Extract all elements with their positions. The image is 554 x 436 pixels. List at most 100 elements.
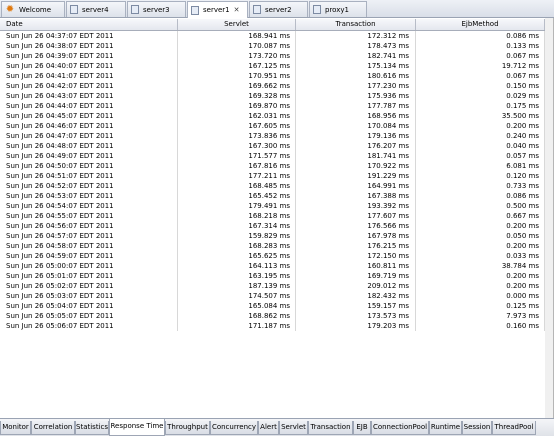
tab-server3[interactable]: server3 [127,1,186,17]
sun-icon: ✹ [5,4,15,15]
cell-ejbmethod: 0.033 ms [416,251,545,261]
cell-servlet: 168.218 ms [178,211,296,221]
tab-threadpool[interactable]: ThreadPool [492,421,536,435]
table-row[interactable]: Sun Jun 26 04:49:07 EDT 2011 171.577 ms 18… [0,151,545,161]
table-row[interactable]: Sun Jun 26 04:54:07 EDT 2011 179.491 ms 19… [0,201,545,211]
table-row[interactable]: Sun Jun 26 05:04:07 EDT 2011 165.084 ms 15… [0,301,545,311]
tab-connectionpool[interactable]: ConnectionPool [371,421,429,435]
table-row[interactable]: Sun Jun 26 05:03:07 EDT 2011 174.507 ms 18… [0,291,545,301]
cell-transaction: 182.741 ms [296,51,416,61]
column-header-transaction[interactable]: Transaction [296,19,416,30]
table-row[interactable]: Sun Jun 26 04:44:07 EDT 2011 169.870 ms 17… [0,101,545,111]
cell-transaction: 179.136 ms [296,131,416,141]
table-row[interactable]: Sun Jun 26 04:41:07 EDT 2011 170.951 ms 18… [0,71,545,81]
tab-ejb[interactable]: EJB [353,421,371,435]
view-tab-bar: Monitor Correlation Statistics Response … [0,418,554,436]
cell-ejbmethod: 0.086 ms [416,31,545,41]
cell-ejbmethod: 38.784 ms [416,261,545,271]
table-row[interactable]: Sun Jun 26 04:37:07 EDT 2011 168.941 ms 17… [0,31,545,41]
table-row[interactable]: Sun Jun 26 04:57:07 EDT 2011 159.829 ms 16… [0,231,545,241]
cell-date: Sun Jun 26 04:44:07 EDT 2011 [0,101,178,111]
tab-label: proxy1 [325,5,349,14]
cell-servlet: 170.951 ms [178,71,296,81]
cell-servlet: 165.084 ms [178,301,296,311]
table-row[interactable]: Sun Jun 26 04:38:07 EDT 2011 170.087 ms 17… [0,41,545,51]
cell-transaction: 172.150 ms [296,251,416,261]
cell-date: Sun Jun 26 04:58:07 EDT 2011 [0,241,178,251]
table-row[interactable]: Sun Jun 26 04:46:07 EDT 2011 167.605 ms 17… [0,121,545,131]
tab-alert[interactable]: Alert [258,421,279,435]
tab-throughput[interactable]: Throughput [165,421,210,435]
table-row[interactable]: Sun Jun 26 04:48:07 EDT 2011 167.300 ms 17… [0,141,545,151]
tab-correlation[interactable]: Correlation [31,421,75,435]
cell-ejbmethod: 19.712 ms [416,61,545,71]
tab-concurrency[interactable]: Concurrency [210,421,258,435]
vertical-scrollbar[interactable] [545,18,553,418]
column-header-servlet[interactable]: Servlet [178,19,296,30]
tab-statistics[interactable]: Statistics [75,421,109,435]
cell-date: Sun Jun 26 04:40:07 EDT 2011 [0,61,178,71]
cell-servlet: 167.300 ms [178,141,296,151]
cell-transaction: 177.787 ms [296,101,416,111]
cell-date: Sun Jun 26 04:43:07 EDT 2011 [0,91,178,101]
tab-runtime[interactable]: Runtime [429,421,462,435]
table-row[interactable]: Sun Jun 26 05:05:07 EDT 2011 168.862 ms 17… [0,311,545,321]
tab-session[interactable]: Session [462,421,492,435]
cell-date: Sun Jun 26 05:05:07 EDT 2011 [0,311,178,321]
tab-label: Welcome [19,5,52,14]
tab-server1[interactable]: server1 ✕ [187,1,248,18]
table-row[interactable]: Sun Jun 26 04:45:07 EDT 2011 162.031 ms 16… [0,111,545,121]
cell-servlet: 168.862 ms [178,311,296,321]
page-icon [191,5,199,15]
table-row[interactable]: Sun Jun 26 04:52:07 EDT 2011 168.485 ms 16… [0,181,545,191]
table-row[interactable]: Sun Jun 26 04:53:07 EDT 2011 165.452 ms 16… [0,191,545,201]
table-row[interactable]: Sun Jun 26 04:55:07 EDT 2011 168.218 ms 17… [0,211,545,221]
cell-ejbmethod: 0.200 ms [416,121,545,131]
table-row[interactable]: Sun Jun 26 04:50:07 EDT 2011 167.816 ms 17… [0,161,545,171]
tab-server2[interactable]: server2 [249,1,308,17]
column-header-date[interactable]: Date [0,19,178,30]
tab-servlet[interactable]: Servlet [279,421,308,435]
cell-servlet: 169.870 ms [178,101,296,111]
cell-date: Sun Jun 26 05:02:07 EDT 2011 [0,281,178,291]
table-row[interactable]: Sun Jun 26 04:59:07 EDT 2011 165.625 ms 17… [0,251,545,261]
close-icon[interactable]: ✕ [234,6,240,14]
table-row[interactable]: Sun Jun 26 04:47:07 EDT 2011 173.836 ms 17… [0,131,545,141]
cell-transaction: 164.991 ms [296,181,416,191]
cell-servlet: 169.662 ms [178,81,296,91]
cell-date: Sun Jun 26 05:04:07 EDT 2011 [0,301,178,311]
cell-ejbmethod: 0.160 ms [416,321,545,331]
tab-transaction[interactable]: Transaction [308,421,353,435]
cell-servlet: 162.031 ms [178,111,296,121]
cell-ejbmethod: 35.500 ms [416,111,545,121]
tab-welcome[interactable]: ✹ Welcome [1,1,65,17]
cell-transaction: 209.012 ms [296,281,416,291]
cell-transaction: 191.229 ms [296,171,416,181]
table-row[interactable]: Sun Jun 26 05:01:07 EDT 2011 163.195 ms 16… [0,271,545,281]
table-row[interactable]: Sun Jun 26 04:51:07 EDT 2011 177.211 ms 19… [0,171,545,181]
table-row[interactable]: Sun Jun 26 04:58:07 EDT 2011 168.283 ms 17… [0,241,545,251]
cell-ejbmethod: 0.667 ms [416,211,545,221]
cell-ejbmethod: 0.200 ms [416,241,545,251]
table-row[interactable]: Sun Jun 26 04:42:07 EDT 2011 169.662 ms 17… [0,81,545,91]
table-row[interactable]: Sun Jun 26 04:56:07 EDT 2011 167.314 ms 17… [0,221,545,231]
table-row[interactable]: Sun Jun 26 04:43:07 EDT 2011 169.328 ms 17… [0,91,545,101]
tab-label: server1 [203,6,230,14]
tab-proxy1[interactable]: proxy1 [309,1,367,17]
cell-transaction: 175.134 ms [296,61,416,71]
tab-response-time[interactable]: Response Time [109,419,165,436]
tab-label: server2 [265,5,292,14]
table-row[interactable]: Sun Jun 26 05:02:07 EDT 2011 187.139 ms 20… [0,281,545,291]
tab-server4[interactable]: server4 [66,1,126,17]
table-row[interactable]: Sun Jun 26 05:06:07 EDT 2011 171.187 ms 17… [0,321,545,331]
table-row[interactable]: Sun Jun 26 04:40:07 EDT 2011 167.125 ms 17… [0,61,545,71]
table-row[interactable]: Sun Jun 26 05:00:07 EDT 2011 164.113 ms 16… [0,261,545,271]
column-header-ejbmethod[interactable]: EjbMethod [416,19,545,30]
cell-transaction: 175.936 ms [296,91,416,101]
cell-servlet: 173.836 ms [178,131,296,141]
table-row[interactable]: Sun Jun 26 04:39:07 EDT 2011 173.720 ms 18… [0,51,545,61]
cell-transaction: 173.573 ms [296,311,416,321]
tab-monitor[interactable]: Monitor [0,421,31,435]
cell-transaction: 168.956 ms [296,111,416,121]
cell-transaction: 170.084 ms [296,121,416,131]
